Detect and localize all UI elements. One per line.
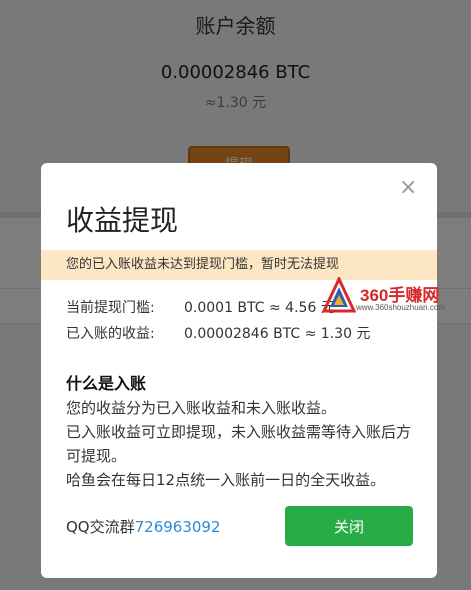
watermark: 360手赚网 www.360shouzhuan.com <box>322 277 467 317</box>
threshold-value: 0.0001 BTC ≈ 4.56 元 <box>184 300 335 316</box>
close-button[interactable]: 关闭 <box>285 506 413 546</box>
close-icon[interactable]: × <box>399 177 417 199</box>
withdraw-modal: × 收益提现 您的已入账收益未达到提现门槛，暂时无法提现 当前提现门槛: 0.00… <box>41 163 437 578</box>
qq-group: QQ交流群726963092 <box>66 516 221 537</box>
description-line-2: 已入账收益可立即提现，未入账收益需等待入账后方可提现。 <box>66 423 412 465</box>
section-heading: 什么是入账 <box>66 374 147 393</box>
watermark-url: www.360shouzhuan.com <box>356 303 445 312</box>
description-line-3: 哈鱼会在每日12点统一入账前一日的全天收益。 <box>66 471 386 489</box>
watermark-logo-icon <box>322 277 356 313</box>
qq-label: QQ交流群 <box>66 518 135 536</box>
description-line-1: 您的收益分为已入账收益和未入账收益。 <box>66 399 337 417</box>
modal-title: 收益提现 <box>66 204 179 237</box>
threshold-row: 当前提现门槛: 0.0001 BTC ≈ 4.56 元 <box>66 297 335 317</box>
earned-row: 已入账的收益: 0.00002846 BTC ≈ 1.30 元 <box>66 323 370 343</box>
qq-number-link[interactable]: 726963092 <box>135 518 221 536</box>
earned-label: 已入账的收益: <box>66 326 155 342</box>
warning-banner: 您的已入账收益未达到提现门槛，暂时无法提现 <box>41 250 437 280</box>
earned-value: 0.00002846 BTC ≈ 1.30 元 <box>184 326 371 342</box>
page: 账户余额 0.00002846 BTC ≈1.30 元 提现 × 收益提现 您的… <box>0 0 471 590</box>
threshold-label: 当前提现门槛: <box>66 300 155 316</box>
